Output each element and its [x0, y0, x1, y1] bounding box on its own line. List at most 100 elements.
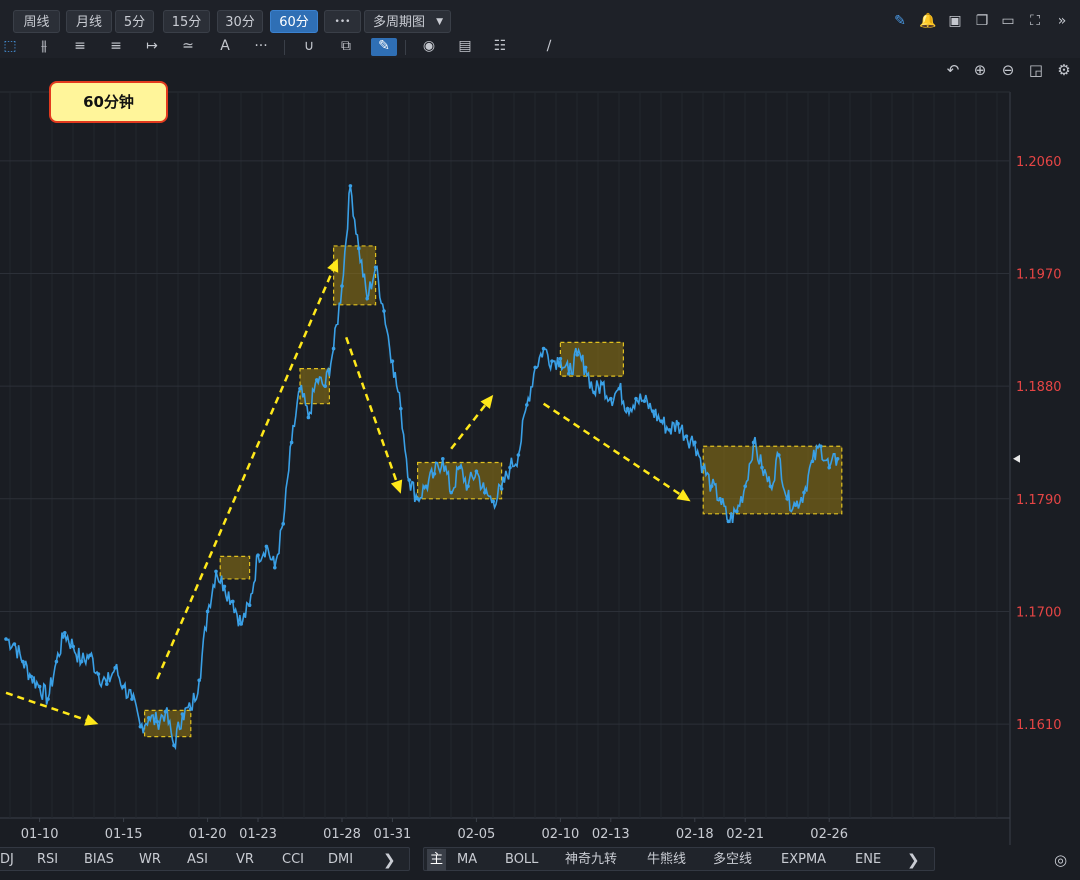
price-point — [357, 246, 361, 251]
price-point — [760, 465, 764, 470]
price-chart[interactable]: 1.2060 1.1970 1.1880 1.1790 1.1700 1.1610 01-… — [0, 0, 1080, 880]
price-point — [457, 465, 462, 470]
price-point — [810, 459, 815, 464]
price-point — [315, 378, 319, 382]
price-point — [533, 365, 537, 370]
price-point — [415, 497, 420, 501]
indicator-tab-bias[interactable]: BIAS — [84, 849, 114, 871]
indicator-tab-vr[interactable]: VR — [236, 849, 254, 871]
consolidation-box — [333, 245, 377, 306]
indicator-tab-asi[interactable]: ASI — [187, 849, 208, 871]
trend-arrow-line — [450, 404, 487, 450]
price-point — [231, 599, 235, 604]
price-point — [768, 484, 773, 489]
price-point — [651, 409, 655, 413]
price-point — [54, 659, 59, 664]
indicator-tab-2[interactable]: BOLL — [505, 849, 538, 871]
indicator-right-scroll-icon[interactable]: ❯ — [907, 849, 920, 871]
price-point — [424, 484, 428, 489]
indicator-tab-0[interactable]: 主 — [427, 849, 447, 871]
annotation-label: 60分钟 — [49, 81, 168, 123]
reset-icon[interactable]: ◲ — [1027, 62, 1045, 78]
indicator-tab-dj[interactable]: DJ — [0, 849, 14, 871]
indicator-tab-cci[interactable]: CCI — [282, 849, 304, 871]
price-point — [96, 672, 101, 676]
price-point — [441, 456, 445, 461]
price-point — [667, 428, 672, 432]
price-point — [239, 622, 243, 626]
trend-arrow-head — [84, 714, 99, 726]
x-axis: 01-10 01-15 01-20 01-23 01-28 01-31 02-05 02-10… — [21, 818, 848, 842]
price-point — [743, 484, 747, 489]
price-point — [105, 682, 109, 686]
price-point — [659, 419, 663, 424]
price-point — [46, 697, 50, 701]
price-point — [499, 486, 504, 491]
y-tick-label: 1.1700 — [1016, 605, 1062, 620]
indicator-tab-rsi[interactable]: RSI — [37, 849, 58, 871]
price-point — [37, 684, 42, 689]
price-point — [508, 465, 512, 470]
trend-arrow-head — [676, 489, 691, 502]
x-tick-label: 01-20 — [189, 827, 227, 842]
zoom-out-icon[interactable]: ⊖ — [999, 62, 1017, 78]
price-point — [172, 743, 176, 748]
price-point — [516, 453, 521, 457]
price-point — [256, 553, 260, 557]
price-point — [399, 406, 403, 411]
price-point — [323, 384, 328, 388]
price-point — [625, 406, 630, 411]
price-point — [609, 396, 613, 401]
x-tick-label: 01-28 — [323, 827, 361, 842]
price-point — [306, 415, 311, 420]
indicator-tab-3[interactable]: 神奇九转 — [565, 849, 617, 871]
indicator-tab-1[interactable]: MA — [457, 849, 477, 871]
price-point — [390, 359, 395, 363]
y-tick-label: 1.2060 — [1016, 155, 1062, 170]
indicator-tab-7[interactable]: ENE — [855, 849, 881, 871]
price-point — [130, 697, 134, 701]
price-point — [793, 503, 798, 507]
price-point — [474, 469, 479, 474]
price-point — [735, 509, 739, 514]
price-point — [163, 709, 168, 714]
price-point — [88, 653, 92, 658]
price-point — [617, 386, 621, 391]
x-tick-label: 02-18 — [676, 827, 714, 842]
trend-arrows — [5, 258, 691, 726]
price-point — [373, 265, 378, 270]
price-point — [567, 371, 571, 376]
price-point — [189, 707, 193, 711]
price-point — [466, 484, 470, 489]
price-point — [138, 724, 143, 729]
price-point — [348, 184, 353, 188]
price-point — [600, 381, 605, 386]
price-point — [197, 678, 201, 683]
price-point — [331, 346, 336, 351]
price-point — [264, 544, 269, 549]
price-point — [365, 296, 370, 301]
trend-arrow-line — [345, 336, 398, 482]
price-point — [802, 490, 806, 495]
undo-icon[interactable]: ↶ — [944, 62, 962, 78]
x-tick-label: 01-23 — [239, 827, 277, 842]
y-tick-label: 1.1610 — [1016, 718, 1062, 733]
price-point — [684, 434, 689, 439]
indicator-left-scroll-icon[interactable]: ❯ — [383, 849, 396, 871]
indicator-tab-dmi[interactable]: DMI — [328, 849, 353, 871]
price-point — [281, 522, 286, 526]
price-point — [273, 565, 277, 570]
indicator-tab-5[interactable]: 多空线 — [713, 849, 752, 871]
indicator-tab-4[interactable]: 牛熊线 — [647, 849, 686, 871]
zoom-in-icon[interactable]: ⊕ — [971, 62, 989, 78]
indicator-tab-wr[interactable]: WR — [139, 849, 161, 871]
settings-icon[interactable]: ⚙ — [1055, 62, 1073, 78]
price-point — [575, 353, 579, 357]
price-point — [289, 440, 294, 445]
indicator-tab-6[interactable]: EXPMA — [781, 849, 826, 871]
price-point — [525, 403, 529, 407]
price-point — [79, 659, 84, 664]
price-point — [558, 356, 563, 361]
location-pin-icon[interactable]: ◎ — [1054, 849, 1067, 871]
price-point — [449, 490, 454, 495]
